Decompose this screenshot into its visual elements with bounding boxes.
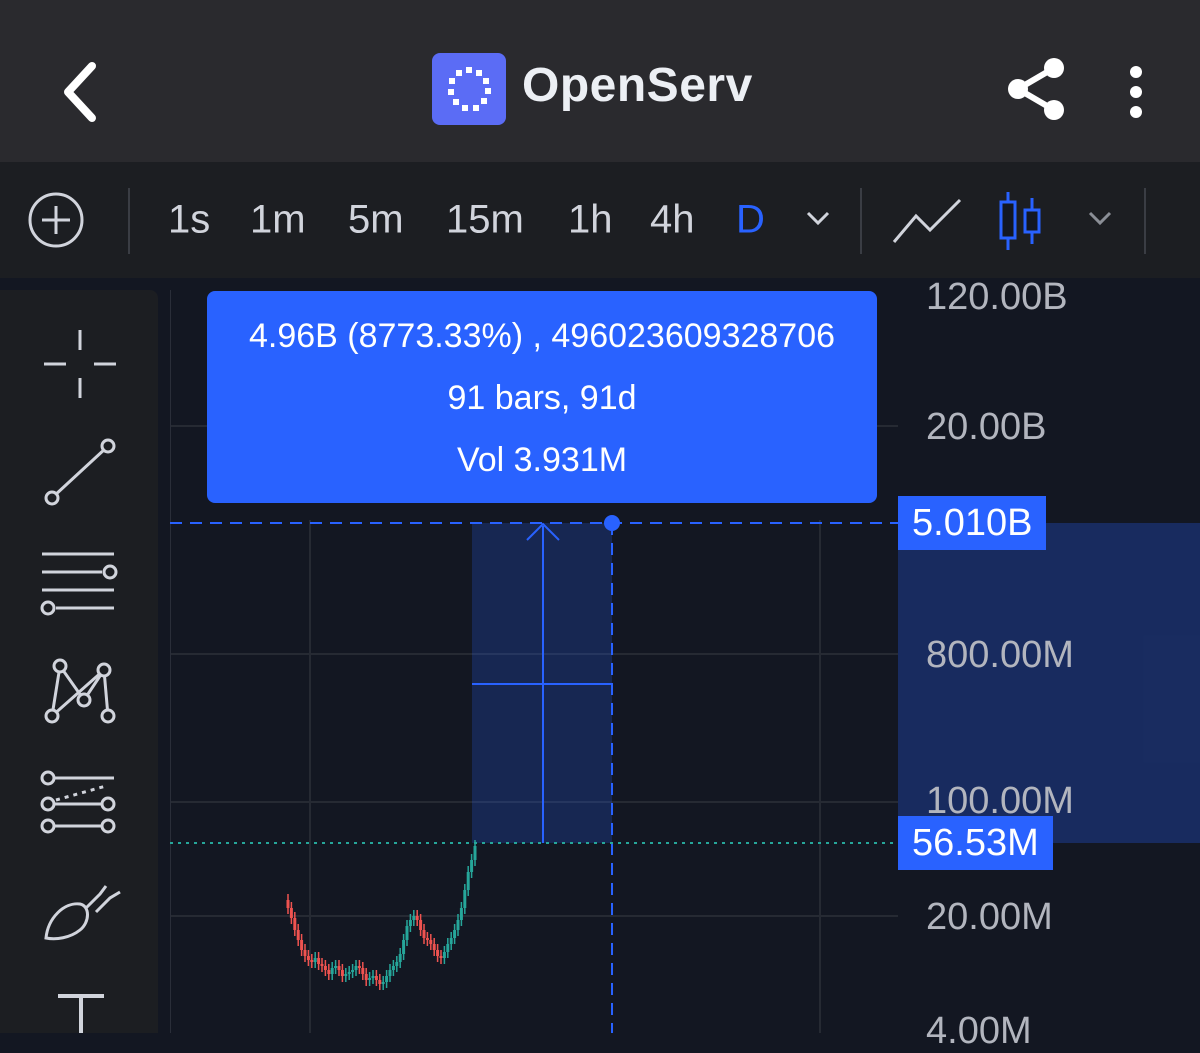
candle — [466, 872, 470, 890]
candle — [408, 920, 412, 926]
openserv-logo-icon — [432, 53, 506, 125]
chart-toolbar: 1s 1m 5m 15m 1h 4h D — [0, 162, 1200, 278]
candle — [415, 916, 419, 920]
measure-tooltip: 4.96B (8773.33%) , 496023609328706 91 ba… — [207, 291, 877, 503]
upper-price-badge: 5.010B — [898, 496, 1047, 550]
candle — [371, 976, 375, 978]
trend-line-icon[interactable] — [40, 436, 120, 508]
interval-5m[interactable]: 5m — [348, 198, 404, 243]
share-icon[interactable] — [1004, 56, 1070, 122]
candle — [310, 960, 314, 962]
more-vertical-icon[interactable] — [1118, 62, 1154, 122]
candle — [303, 950, 307, 956]
candle — [395, 962, 399, 966]
candle — [327, 970, 331, 974]
candle — [470, 860, 474, 872]
interval-1h[interactable]: 1h — [568, 198, 613, 243]
text-icon[interactable] — [54, 990, 108, 1033]
candle — [306, 956, 310, 960]
interval-d[interactable]: D — [736, 198, 765, 243]
candle — [419, 920, 423, 930]
tooltip-bars: 91 bars, 91d — [447, 379, 637, 417]
candle — [337, 966, 341, 970]
candle — [300, 940, 304, 950]
candle — [357, 966, 361, 968]
candle — [405, 926, 409, 940]
price-label: 800.00M — [926, 634, 1074, 676]
candle — [364, 974, 368, 980]
candle — [456, 920, 460, 930]
candle — [436, 950, 440, 956]
candle — [334, 966, 338, 968]
candle — [402, 940, 406, 954]
candle — [429, 940, 433, 944]
candle — [330, 968, 334, 974]
candle — [463, 890, 467, 908]
candle — [374, 976, 378, 980]
candle — [293, 918, 297, 930]
candle — [347, 972, 351, 974]
candle — [425, 938, 429, 940]
candle — [378, 980, 382, 984]
candle — [398, 954, 402, 962]
candle — [351, 970, 355, 972]
candle — [459, 908, 463, 920]
candle — [289, 908, 293, 918]
candle — [453, 930, 457, 938]
last-price-badge: 56.53M — [898, 816, 1053, 870]
candlestick-icon[interactable] — [996, 188, 1044, 254]
candle — [368, 978, 372, 980]
candle — [317, 958, 321, 964]
app-header: OpenServ — [0, 0, 1200, 162]
candle — [432, 944, 436, 950]
toolbar-divider — [1144, 188, 1146, 254]
price-label: 20.00M — [926, 896, 1053, 938]
interval-1s[interactable]: 1s — [168, 198, 210, 243]
candle — [296, 930, 300, 940]
candle — [439, 956, 443, 958]
pattern-icon[interactable] — [40, 656, 120, 728]
interval-4h[interactable]: 4h — [650, 198, 695, 243]
chevron-down-icon[interactable] — [804, 208, 832, 228]
line-chart-icon[interactable] — [890, 192, 964, 248]
drawing-tools-sidebar — [0, 290, 158, 1033]
candle — [323, 966, 327, 970]
toolbar-divider — [128, 188, 130, 254]
candle — [286, 900, 290, 908]
candle — [422, 930, 426, 938]
price-label: 20.00B — [926, 406, 1047, 448]
fib-retracement-icon[interactable] — [36, 548, 122, 618]
candle — [340, 970, 344, 976]
candle — [391, 966, 395, 970]
crosshair-handle[interactable] — [604, 515, 620, 531]
candle — [354, 966, 358, 970]
candle — [446, 944, 450, 952]
candle — [442, 952, 446, 958]
candle — [473, 846, 477, 860]
candle — [344, 974, 348, 976]
candle — [381, 982, 385, 984]
brush-icon[interactable] — [40, 882, 124, 946]
price-label: 120.00B — [926, 276, 1068, 318]
candle — [313, 958, 317, 962]
candle — [385, 976, 389, 982]
price-label: 4.00M — [926, 1010, 1032, 1052]
candle — [320, 964, 324, 966]
interval-1m[interactable]: 1m — [250, 198, 306, 243]
candle — [412, 916, 416, 920]
app-title: OpenServ — [522, 59, 753, 112]
toolbar-divider — [860, 188, 862, 254]
candle — [388, 970, 392, 976]
chevron-left-icon[interactable] — [52, 52, 112, 132]
chevron-down-icon[interactable] — [1086, 208, 1114, 228]
candle — [449, 938, 453, 944]
tooltip-change: 4.96B (8773.33%) , 496023609328706 — [248, 317, 836, 355]
plus-circle-icon[interactable] — [26, 190, 86, 250]
forecast-icon[interactable] — [36, 768, 122, 838]
candle — [361, 968, 365, 974]
tooltip-volume: Vol 3.931M — [456, 441, 628, 479]
crosshair-icon[interactable] — [40, 326, 120, 402]
interval-15m[interactable]: 15m — [446, 198, 524, 243]
